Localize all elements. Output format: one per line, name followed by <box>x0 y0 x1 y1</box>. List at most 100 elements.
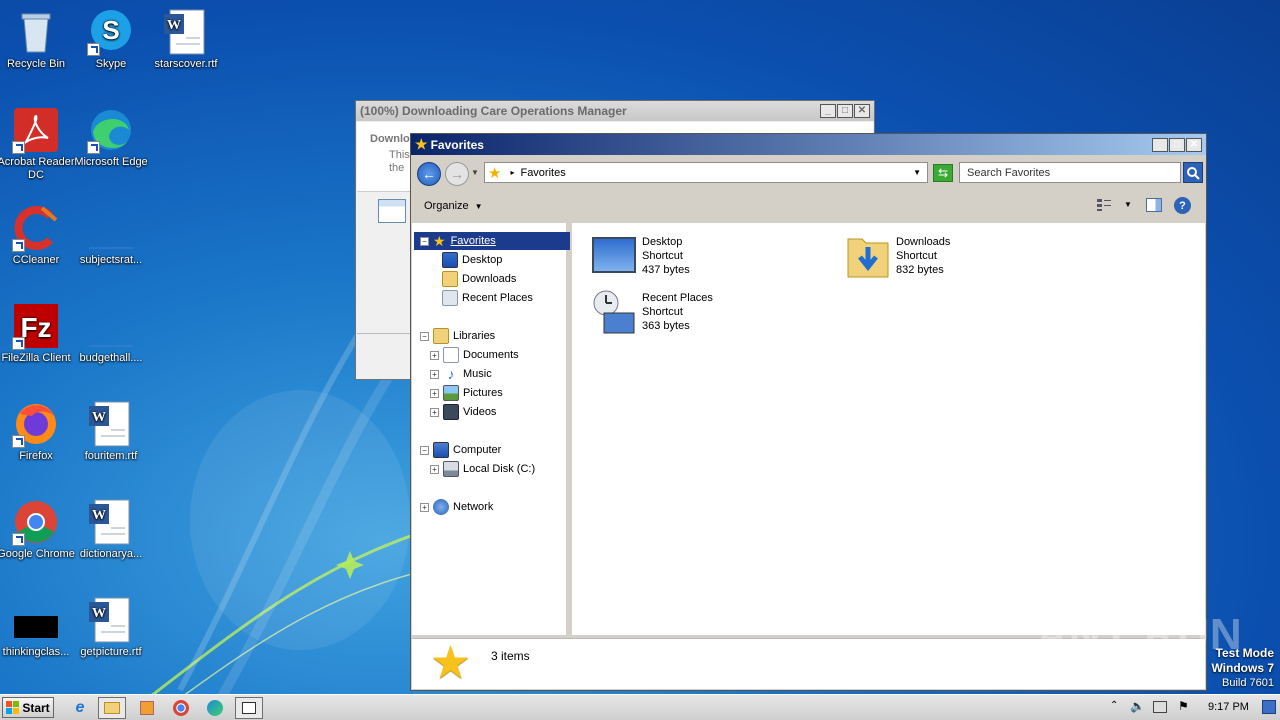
word-document-icon: W <box>87 596 135 644</box>
volume-icon[interactable]: 🔈 <box>1130 699 1145 713</box>
download-window-titlebar[interactable]: (100%) Downloading Care Operations Manag… <box>356 101 874 121</box>
expand-icon[interactable]: + <box>430 369 439 379</box>
organize-button[interactable]: Organize ▼ <box>424 200 483 212</box>
nav-documents[interactable]: + Documents <box>430 346 519 364</box>
collapse-icon[interactable]: − <box>420 445 429 455</box>
show-hidden-icons-button[interactable]: ⌃ <box>1110 700 1118 711</box>
taskbar-chrome-button[interactable] <box>167 697 195 719</box>
desktop-icon-starscover[interactable]: W starscover.rtf <box>146 8 226 71</box>
search-button[interactable] <box>1183 162 1203 183</box>
item-recent-places[interactable]: Recent Places Shortcut 363 bytes <box>590 289 830 339</box>
nav-desktop[interactable]: Desktop <box>442 251 502 269</box>
nav-network[interactable]: + Network <box>420 498 493 516</box>
word-document-icon: W <box>87 498 135 546</box>
preview-pane-button[interactable] <box>1146 198 1162 212</box>
nav-videos[interactable]: + Videos <box>430 403 496 421</box>
desktop-icon-firefox[interactable]: Firefox <box>0 400 76 463</box>
svg-text:W: W <box>92 410 106 425</box>
address-bar[interactable]: ★ ▸ Favorites ▼ <box>484 162 928 183</box>
item-downloads[interactable]: Downloads Shortcut 832 bytes <box>844 233 1084 283</box>
view-options-button[interactable] <box>1096 198 1112 212</box>
expand-icon[interactable]: + <box>430 388 439 398</box>
refresh-button[interactable]: ⇆ <box>933 164 953 182</box>
nav-libraries[interactable]: − Libraries <box>420 327 495 345</box>
desktop-icon-getpicture[interactable]: W getpicture.rtf <box>71 596 151 659</box>
desktop-icon-budgethall[interactable]: budgethall.... <box>71 302 151 365</box>
taskbar-explorer-button[interactable] <box>98 697 126 719</box>
expand-icon[interactable]: + <box>430 407 439 417</box>
taskbar-app-button[interactable] <box>235 697 263 719</box>
svg-text:W: W <box>92 606 106 621</box>
shortcut-arrow-icon <box>12 533 25 546</box>
nav-pictures[interactable]: + Pictures <box>430 384 503 402</box>
desktop-icon-skype[interactable]: S Skype <box>71 8 151 71</box>
desktop-icon-ccleaner[interactable]: CCleaner <box>0 204 76 267</box>
close-button[interactable]: ✕ <box>1186 137 1202 152</box>
back-button[interactable]: ← <box>417 162 441 186</box>
clock[interactable]: 9:17 PM <box>1208 701 1249 713</box>
word-document-icon: W <box>162 8 210 56</box>
forward-button[interactable]: → <box>445 162 469 186</box>
download-line-2: the <box>389 162 405 174</box>
start-button[interactable]: Start <box>2 697 54 718</box>
nav-computer[interactable]: − Computer <box>420 441 501 459</box>
expand-icon[interactable]: + <box>430 350 439 360</box>
nav-downloads[interactable]: Downloads <box>442 270 516 288</box>
minimize-button[interactable]: _ <box>820 104 836 118</box>
expand-icon[interactable]: + <box>420 502 429 512</box>
test-mode-text: Test Mode Windows 7 Build 7601 <box>1211 646 1274 689</box>
desktop-icon-acrobat[interactable]: Acrobat Reader DC <box>0 106 76 182</box>
recent-pages-dropdown[interactable]: ▼ <box>471 168 479 177</box>
svg-text:Fz: Fz <box>20 312 51 343</box>
nav-recent-places[interactable]: Recent Places <box>442 289 533 307</box>
desktop-icon-thinkingclas[interactable]: thinkingclas... <box>0 596 76 659</box>
desktop-icon-filezilla[interactable]: Fz FileZilla Client <box>0 302 76 365</box>
taskbar-media-player-button[interactable] <box>133 697 161 719</box>
content-pane[interactable]: Desktop Shortcut 437 bytes Downloads Sho… <box>572 223 1205 635</box>
network-icon <box>433 499 449 515</box>
taskbar-ie-button[interactable]: e <box>66 697 94 719</box>
network-tray-icon[interactable] <box>1153 701 1167 713</box>
desktop-icon-fouritem[interactable]: W fouritem.rtf <box>71 400 151 463</box>
explorer-window[interactable]: ★ Favorites _ □ ✕ ← → ▼ ★ ▸ Favorites ▼ … <box>410 133 1207 691</box>
internet-explorer-icon: e <box>75 699 85 716</box>
taskbar-edge-button[interactable] <box>201 697 229 719</box>
desktop-shortcut-icon <box>592 237 636 273</box>
search-field[interactable]: Search Favorites <box>959 162 1181 183</box>
nav-local-disk[interactable]: + Local Disk (C:) <box>430 460 535 478</box>
collapse-icon[interactable]: − <box>420 236 429 246</box>
expand-icon[interactable]: + <box>430 464 439 474</box>
recent-places-icon <box>593 290 635 334</box>
help-button[interactable]: ? <box>1174 197 1191 214</box>
explorer-titlebar[interactable]: ★ Favorites _ □ ✕ <box>411 134 1206 155</box>
shortcut-arrow-icon <box>12 141 25 154</box>
item-desktop[interactable]: Desktop Shortcut 437 bytes <box>590 233 830 283</box>
close-button[interactable]: ✕ <box>854 104 870 118</box>
nav-favorites[interactable]: − ★ Favorites <box>414 232 570 250</box>
nav-music[interactable]: + ♪ Music <box>430 365 492 383</box>
edge-icon <box>207 700 223 716</box>
show-desktop-button[interactable] <box>1262 700 1276 714</box>
libraries-icon <box>433 328 449 344</box>
desktop-icon-edge[interactable]: Microsoft Edge <box>71 106 151 169</box>
download-line-1: This <box>389 149 410 161</box>
navigation-pane[interactable]: − ★ Favorites Desktop Downloads Recent P… <box>412 223 570 635</box>
skype-icon: S <box>87 8 135 56</box>
desktop-icon-dictionarya[interactable]: W dictionarya... <box>71 498 151 561</box>
recycle-bin-icon <box>12 8 60 56</box>
shortcut-arrow-icon <box>12 435 25 448</box>
downloads-folder-icon <box>442 271 458 287</box>
breadcrumb-favorites[interactable]: Favorites <box>520 167 565 179</box>
maximize-button[interactable]: □ <box>1169 137 1185 152</box>
collapse-icon[interactable]: − <box>420 331 429 341</box>
acrobat-icon <box>12 106 60 154</box>
action-center-flag-icon[interactable]: ⚑ <box>1178 699 1189 713</box>
desktop-icon-subjectsrat[interactable]: subjectsrat... <box>71 204 151 267</box>
maximize-button[interactable]: □ <box>837 104 853 118</box>
view-dropdown-icon[interactable]: ▼ <box>1124 200 1132 209</box>
desktop-icon-chrome[interactable]: Google Chrome <box>0 498 76 561</box>
minimize-button[interactable]: _ <box>1152 137 1168 152</box>
desktop-icon-recycle-bin[interactable]: Recycle Bin <box>0 8 76 71</box>
address-dropdown-icon[interactable]: ▼ <box>913 168 921 177</box>
search-icon <box>1187 166 1200 180</box>
